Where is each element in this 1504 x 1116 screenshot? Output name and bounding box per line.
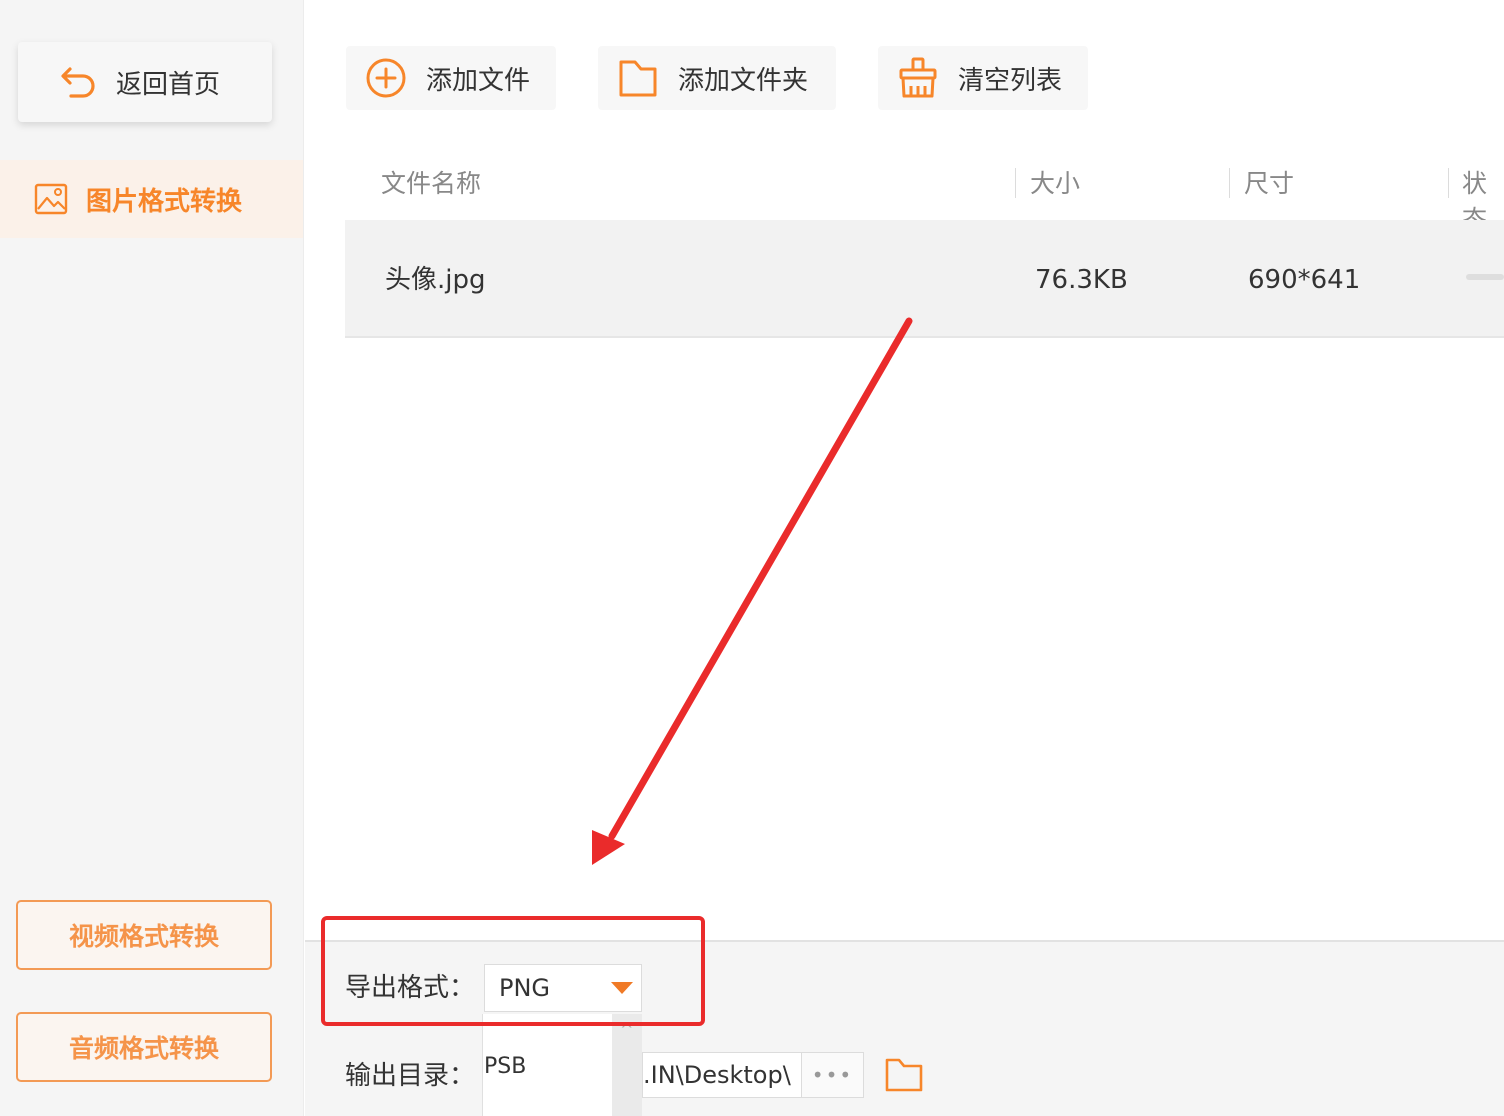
column-header-size[interactable]: 大小 xyxy=(1030,166,1080,202)
scroll-up-icon[interactable]: ^ xyxy=(620,1020,633,1039)
file-name-cell: 头像.jpg xyxy=(385,265,486,295)
file-dimensions-cell: 690*641 xyxy=(1248,265,1361,295)
column-divider xyxy=(1448,168,1449,198)
dropdown-caret-icon[interactable] xyxy=(611,982,633,994)
add-folder-button[interactable]: 添加文件夹 xyxy=(598,46,836,110)
export-format-value: PNG xyxy=(499,974,551,1002)
browse-more-button[interactable]: ••• xyxy=(801,1053,863,1097)
export-format-label: 导出格式： xyxy=(345,973,476,1003)
sidebar: 返回首页 图片格式转换 视频格式转换 音频格式转换 xyxy=(0,0,304,1116)
sidebar-item-image-convert[interactable]: 图片格式转换 xyxy=(0,160,303,238)
audio-convert-button[interactable]: 音频格式转换 xyxy=(16,1012,272,1082)
broom-icon xyxy=(899,57,937,98)
dropdown-option-psb[interactable]: PSB xyxy=(484,1050,526,1084)
add-file-label: 添加文件 xyxy=(426,65,531,96)
output-path-text: .IN\Desktop\ xyxy=(643,1061,791,1089)
column-header-dimensions[interactable]: 尺寸 xyxy=(1244,166,1294,202)
back-home-label: 返回首页 xyxy=(116,69,221,100)
column-divider xyxy=(1015,168,1016,198)
plus-circle-icon xyxy=(366,58,406,98)
sidebar-item-label: 图片格式转换 xyxy=(86,186,243,217)
open-folder-icon[interactable] xyxy=(884,1054,924,1094)
status-progress-bar xyxy=(1466,274,1504,280)
back-home-button[interactable]: 返回首页 xyxy=(18,42,272,122)
audio-convert-label: 音频格式转换 xyxy=(68,1034,219,1063)
column-header-status[interactable]: 状态 xyxy=(1462,166,1504,234)
folder-icon xyxy=(619,60,657,97)
file-size-cell: 76.3KB xyxy=(1035,265,1128,295)
output-path-field[interactable]: .IN\Desktop\ ••• xyxy=(642,1052,864,1098)
column-header-name[interactable]: 文件名称 xyxy=(381,166,481,202)
video-convert-label: 视频格式转换 xyxy=(68,922,219,951)
add-folder-label: 添加文件夹 xyxy=(678,65,809,96)
column-divider xyxy=(1229,168,1230,198)
video-convert-button[interactable]: 视频格式转换 xyxy=(16,900,272,970)
image-icon xyxy=(34,183,68,215)
clear-list-button[interactable]: 清空列表 xyxy=(878,46,1088,110)
clear-list-label: 清空列表 xyxy=(958,65,1063,96)
add-file-button[interactable]: 添加文件 xyxy=(346,46,556,110)
app-window: 返回首页 图片格式转换 视频格式转换 音频格式转换 添加文件 添加文件夹 清空列… xyxy=(0,0,1504,1116)
return-arrow-icon xyxy=(61,67,95,98)
output-dir-label: 输出目录： xyxy=(345,1061,476,1091)
